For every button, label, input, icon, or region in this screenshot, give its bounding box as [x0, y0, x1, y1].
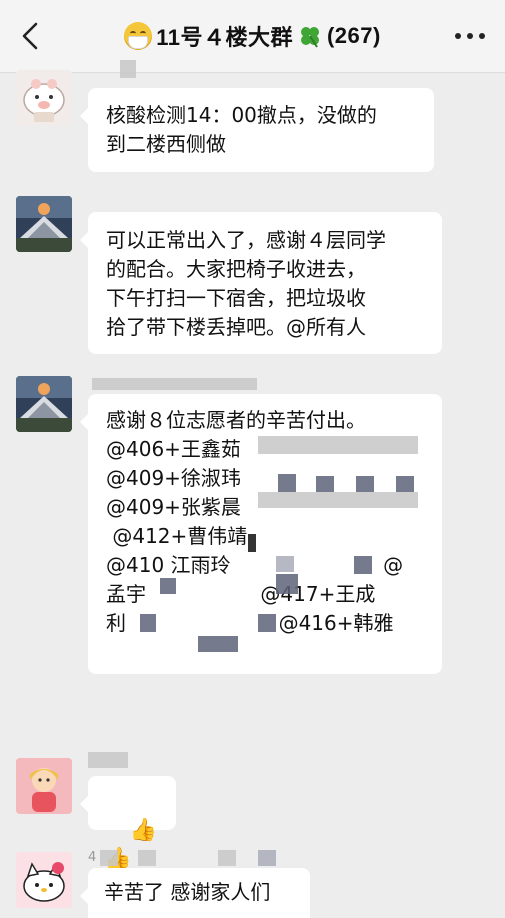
redaction-block	[276, 556, 294, 572]
chevron-left-icon[interactable]	[16, 20, 44, 52]
redaction-block	[160, 578, 176, 594]
pig-avatar[interactable]	[16, 70, 72, 126]
member-count: (267)	[326, 23, 381, 48]
redaction-block	[258, 492, 418, 508]
redaction-block	[356, 476, 374, 492]
sender-name-redacted	[218, 850, 236, 866]
redaction-block	[276, 574, 298, 594]
kitty-avatar[interactable]	[16, 852, 72, 908]
redaction-block	[198, 636, 238, 652]
mountain-avatar[interactable]	[16, 376, 72, 432]
message-bubble[interactable]: 核酸检测14：00撤点，没做的 到二楼西侧做	[80, 88, 434, 172]
redaction-block	[140, 614, 156, 632]
four-leaf-clover-icon	[300, 27, 319, 48]
group-name: 11号４楼大群	[156, 25, 293, 50]
sender-name-redacted	[100, 850, 118, 866]
girl-avatar[interactable]	[16, 758, 72, 814]
more-dots-icon[interactable]	[453, 26, 487, 46]
redaction-block	[248, 534, 256, 552]
mask-face-emoji-icon	[124, 22, 153, 50]
redaction-block	[258, 436, 418, 454]
sender-name: 4	[88, 850, 97, 865]
sender-name-redacted	[120, 60, 136, 78]
message-bubble[interactable]: 辛苦了 感谢家人们	[80, 868, 310, 918]
redaction-block	[278, 474, 296, 492]
message-bubble[interactable]: 👍👍	[80, 776, 176, 872]
sender-name-redacted	[92, 378, 257, 390]
sender-name-redacted	[88, 752, 128, 768]
redaction-block	[396, 476, 414, 492]
redaction-block	[354, 556, 372, 574]
mountain-avatar[interactable]	[16, 196, 72, 252]
redaction-block	[258, 614, 276, 632]
chat-title: 11号４楼大群 (267)	[124, 20, 381, 52]
sender-name-redacted	[138, 850, 156, 866]
message-bubble[interactable]: 可以正常出入了，感谢４层同学 的配合。大家把椅子收进去， 下午打扫一下宿舍，把垃…	[80, 212, 442, 354]
redaction-block	[316, 476, 334, 492]
chat-header: 11号４楼大群 (267)	[0, 0, 505, 73]
sender-name-redacted	[258, 850, 276, 866]
